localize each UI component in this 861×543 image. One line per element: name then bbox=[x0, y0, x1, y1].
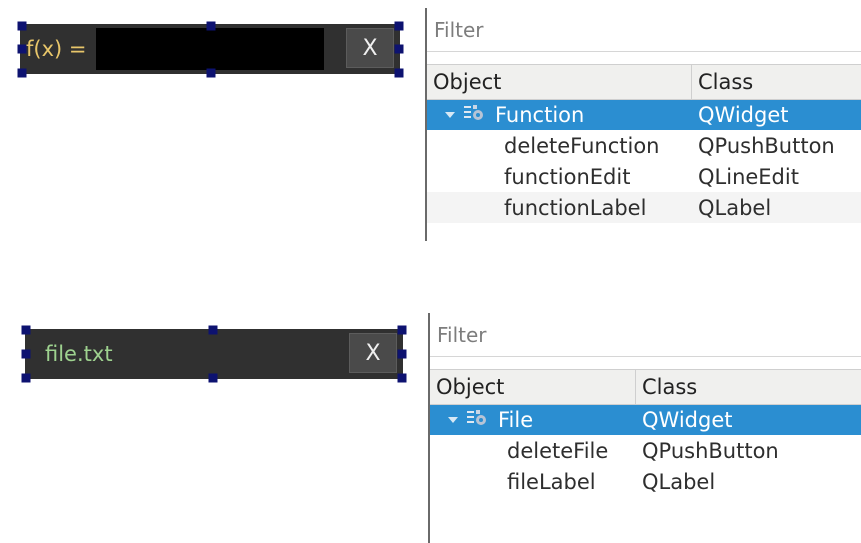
delete-function-button[interactable]: X bbox=[346, 28, 394, 68]
tree-cell-object: Function bbox=[427, 103, 692, 128]
resize-handle-bottom-center[interactable] bbox=[208, 373, 218, 383]
object-tree: Object Class Function QWidget deleteFunc… bbox=[427, 64, 861, 223]
function-label: f(x) = bbox=[26, 37, 87, 61]
column-header-object[interactable]: Object bbox=[427, 65, 692, 99]
tree-cell-object: File bbox=[430, 408, 636, 433]
tree-label: functionLabel bbox=[504, 195, 647, 220]
resize-handle-top-center[interactable] bbox=[206, 21, 216, 31]
tree-label: Function bbox=[495, 103, 585, 127]
tree-class: QLabel bbox=[698, 195, 772, 220]
tree-label: deleteFile bbox=[507, 438, 609, 463]
tree-header: Object Class bbox=[427, 64, 861, 100]
tree-label: fileLabel bbox=[507, 469, 596, 494]
tree-row-delete-function[interactable]: deleteFunction QPushButton bbox=[427, 130, 861, 161]
resize-handle-top-left[interactable] bbox=[17, 21, 27, 31]
resize-handle-bottom-right[interactable] bbox=[394, 68, 404, 78]
tree-row-delete-file[interactable]: deleteFile QPushButton bbox=[430, 435, 861, 466]
resize-handle-bottom-center[interactable] bbox=[206, 68, 216, 78]
resize-handle-middle-left[interactable] bbox=[17, 44, 27, 54]
resize-handle-top-center[interactable] bbox=[208, 325, 218, 335]
resize-handle-top-right[interactable] bbox=[394, 21, 404, 31]
resize-handle-bottom-left[interactable] bbox=[17, 68, 27, 78]
object-inspector: Filter Object Class File QWidget deleteF… bbox=[428, 313, 861, 543]
object-inspector: Filter Object Class Function QWidget del… bbox=[425, 8, 861, 241]
resize-handle-top-right[interactable] bbox=[397, 325, 407, 335]
tree-label: deleteFunction bbox=[504, 133, 660, 158]
function-edit-field[interactable] bbox=[96, 28, 325, 70]
function-widget-preview[interactable]: f(x) = X bbox=[20, 24, 400, 74]
tree-class: QWidget bbox=[698, 103, 789, 127]
filter-input[interactable]: Filter bbox=[430, 313, 861, 357]
tree-class: QPushButton bbox=[642, 438, 779, 463]
tree-row-function-edit[interactable]: functionEdit QLineEdit bbox=[427, 161, 861, 192]
tree-row-function-label[interactable]: functionLabel QLabel bbox=[427, 192, 861, 223]
tree-class: QLabel bbox=[642, 469, 716, 494]
filter-input[interactable]: Filter bbox=[427, 8, 861, 52]
resize-handle-top-left[interactable] bbox=[21, 325, 31, 335]
tree-class: QPushButton bbox=[698, 133, 835, 158]
column-header-class[interactable]: Class bbox=[692, 65, 753, 99]
resize-handle-bottom-left[interactable] bbox=[21, 373, 31, 383]
column-header-object[interactable]: Object bbox=[430, 370, 636, 404]
tree-label: File bbox=[498, 408, 534, 432]
file-widget-preview[interactable]: file.txt X bbox=[25, 329, 403, 379]
resize-handle-middle-right[interactable] bbox=[397, 349, 407, 359]
file-label: file.txt bbox=[45, 342, 113, 366]
tree-row-file[interactable]: File QWidget bbox=[430, 405, 861, 435]
column-header-class[interactable]: Class bbox=[636, 370, 697, 404]
widget-icon bbox=[463, 103, 485, 128]
tree-row-file-label[interactable]: fileLabel QLabel bbox=[430, 466, 861, 497]
tree-class: QWidget bbox=[642, 408, 733, 432]
tree-header: Object Class bbox=[430, 369, 861, 405]
tree-row-function[interactable]: Function QWidget bbox=[427, 100, 861, 130]
object-tree: Object Class File QWidget deleteFile QPu… bbox=[430, 369, 861, 497]
resize-handle-middle-left[interactable] bbox=[21, 349, 31, 359]
delete-file-button[interactable]: X bbox=[349, 333, 397, 373]
resize-handle-middle-right[interactable] bbox=[394, 44, 404, 54]
resize-handle-bottom-right[interactable] bbox=[397, 373, 407, 383]
tree-label: functionEdit bbox=[504, 164, 631, 189]
expand-arrow-icon[interactable] bbox=[448, 417, 458, 423]
widget-icon bbox=[466, 408, 488, 433]
tree-class: QLineEdit bbox=[698, 164, 799, 189]
expand-arrow-icon[interactable] bbox=[445, 112, 455, 118]
